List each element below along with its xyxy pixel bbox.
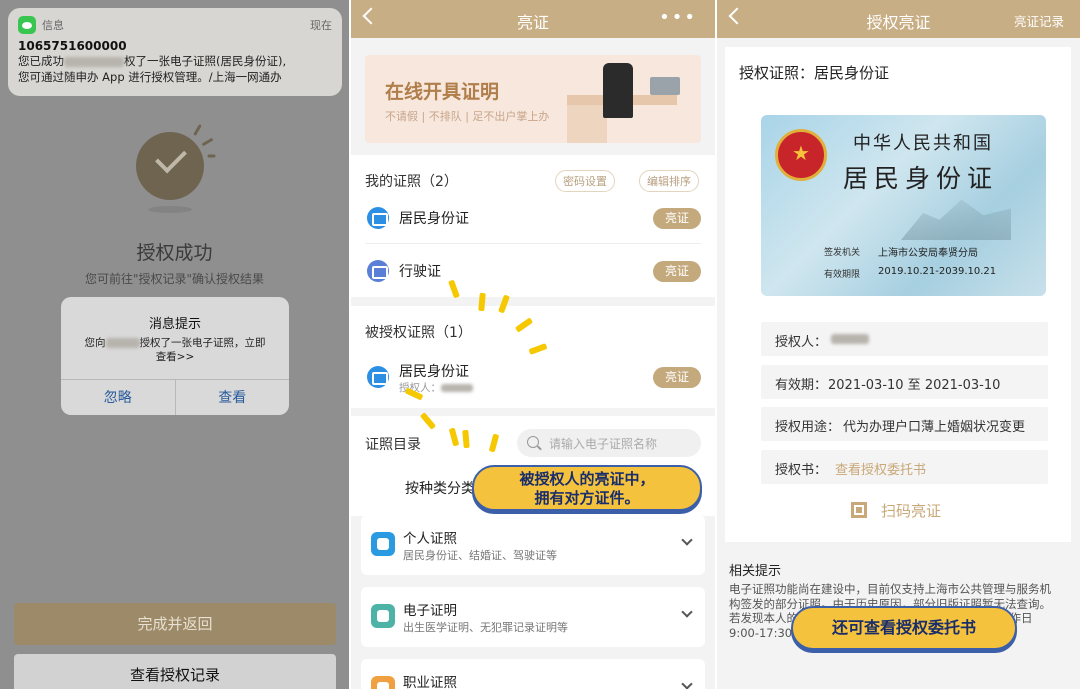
annotation-callout: 被授权人的亮证中， 拥有对方证件。 [472,465,702,511]
view-button[interactable]: 查看 [174,380,290,415]
chair-illustration [603,63,633,118]
cert-row-id[interactable]: 居民身份证 亮证 [365,193,701,243]
messages-icon [18,16,36,34]
divider [365,243,701,244]
view-records-button[interactable]: 查看授权记录 [14,654,336,689]
category-title: 个人证照 [403,531,457,547]
message-dialog: 消息提示 您向 授权了一张电子证照，立即 查看>> 忽略 查看 [61,297,289,415]
top-bar: 亮证 ••• [351,0,715,38]
chevron-down-icon [681,606,693,618]
great-wall-graphic [901,199,1011,240]
issuer-value: 上海市公安局奉贤分局 [878,248,978,259]
category-title: 电子证明 [403,603,457,619]
show-cert-button[interactable]: 亮证 [653,261,701,282]
view-letter-link[interactable]: 查看授权委托书 [835,459,926,478]
notification-app: 信息 [42,19,64,32]
dialog-title: 消息提示 [148,317,201,332]
category-sub: 居民身份证、结婚证、驾驶证等 [403,549,557,562]
chevron-down-icon [681,534,693,546]
my-certs-title: 我的证照（2） [365,174,458,190]
panel-authorized-cert: 授权亮证 亮证记录 授权证照：居民身份证 中华人民共和国 居民身份证 签发机关 … [717,0,1080,689]
ignore-button[interactable]: 忽略 [61,380,175,415]
top-bar: 授权亮证 亮证记录 [717,0,1080,38]
tips-title: 相关提示 [729,564,782,579]
panel-authorization-success: 信息 现在 1065751600000 您已成功 权了一张电子证照(居民身份证),… [0,0,349,689]
category-profession[interactable]: 职业证照 [361,659,705,689]
notification-sender: 1065751600000 [18,39,127,53]
qr-code-icon [851,502,867,518]
banner-subtitle: 不请假 | 不排队 | 足不出户掌上办 [385,110,550,123]
grantor-field: 授权人： [761,322,1048,356]
scan-show-button[interactable]: 扫码亮证 [881,500,941,521]
category-sub: 出生医学证明、无犯罪记录证明等 [403,621,568,634]
catalog-title: 证照目录 [365,437,421,453]
laptop-illustration [650,77,680,95]
edit-sort-button[interactable]: 编辑排序 [639,170,699,192]
show-cert-button[interactable]: 亮证 [653,367,701,388]
show-records-link[interactable]: 亮证记录 [1014,11,1064,30]
spark-icon [201,137,214,147]
show-cert-button[interactable]: 亮证 [653,208,701,229]
category-personal[interactable]: 个人证照 居民身份证、结婚证、驾驶证等 [361,515,705,575]
desk-drawer [567,105,607,143]
search-placeholder: 请输入电子证照名称 [549,437,658,451]
notification-body: 您已成功 权了一张电子证照(居民身份证), 您可通过随申办 App 进行授权管理。… [18,54,287,84]
id-card-icon [367,207,389,229]
national-emblem-icon [775,129,827,181]
authorized-certs-title: 被授权证照（1） [365,325,472,341]
cert-row-driving[interactable]: 行驶证 亮证 [365,246,701,296]
idcard-doc: 居民身份证 [843,164,999,193]
password-settings-button[interactable]: 密码设置 [555,170,615,192]
my-certs-card: 我的证照（2） 密码设置 编辑排序 居民身份证 亮证 行驶证 亮证 [351,155,715,297]
notification-time: 现在 [310,19,332,32]
purpose-field: 授权用途： 代为办理户口薄上婚姻状况变更 [761,407,1048,441]
category-title: 职业证照 [403,675,457,689]
spark-icon [207,154,216,158]
period-field: 有效期： 2021-03-10 至 2021-03-10 [761,365,1048,399]
valid-value: 2019.10.21-2039.10.21 [878,266,997,277]
personal-cert-icon [371,532,395,556]
e-proof-icon [371,604,395,628]
panel-show-cert: 亮证 ••• 在线开具证明 不请假 | 不排队 | 足不出户掌上办 我的证照（2… [351,0,715,689]
authorized-cert-card: 授权证照：居民身份证 中华人民共和国 居民身份证 签发机关 上海市公安局奉贤分局… [725,47,1071,542]
issuer-label: 签发机关 [824,248,861,258]
search-icon [527,436,539,448]
cert-label: 居民身份证 [399,211,469,227]
success-title: 授权成功 [136,242,213,264]
success-check-icon [136,132,204,200]
id-card-image[interactable]: 中华人民共和国 居民身份证 签发机关 上海市公安局奉贤分局 有效期限 2019.… [761,115,1046,296]
done-return-button[interactable]: 完成并返回 [14,603,336,645]
cert-label: 行驶证 [399,264,441,280]
category-e-proof[interactable]: 电子证明 出生医学证明、无犯罪记录证明等 [361,587,705,647]
online-certificate-banner[interactable]: 在线开具证明 不请假 | 不排队 | 足不出户掌上办 [365,55,701,143]
success-subtitle: 您可前往"授权记录"确认授权结果 [84,272,265,286]
more-icon[interactable]: ••• [659,7,697,28]
cert-label: 居民身份证 [399,364,469,380]
id-card-icon [367,366,389,388]
banner-title: 在线开具证明 [385,81,500,103]
check-shadow [148,206,192,213]
chevron-down-icon [681,678,693,689]
tab-by-category[interactable]: 按种类分类 [405,478,475,498]
cert-header: 授权证照：居民身份证 [739,64,890,82]
steering-wheel-icon [367,260,389,282]
sms-notification[interactable]: 信息 现在 1065751600000 您已成功 权了一张电子证照(居民身份证),… [8,8,342,96]
dialog-body: 您向 授权了一张电子证照，立即 查看>> [84,337,266,363]
spark-icon [193,124,202,136]
valid-label: 有效期限 [824,270,861,280]
profession-cert-icon [371,676,395,689]
letter-field: 授权书： 查看授权委托书 [761,450,1048,484]
annotation-callout: 还可查看授权委托书 [791,606,1017,650]
idcard-country: 中华人民共和国 [853,133,993,154]
search-input[interactable]: 请输入电子证照名称 [517,429,701,457]
